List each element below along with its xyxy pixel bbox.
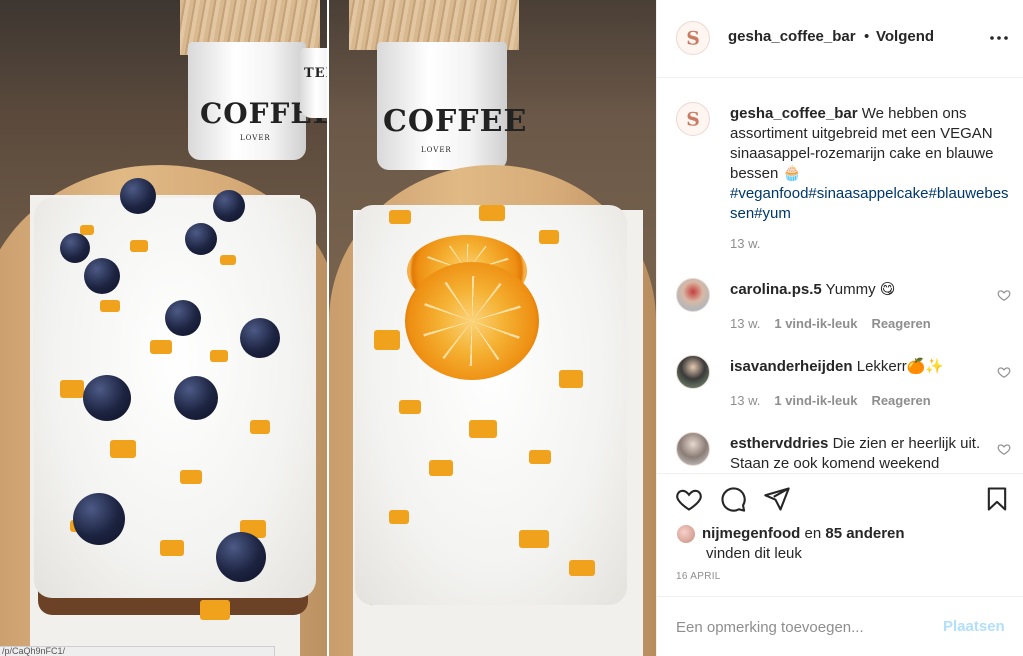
header-username[interactable]: gesha_coffee_bar [728,28,856,45]
comment-username[interactable]: isavanderheijden [730,358,853,375]
likes-middle: en [800,525,826,542]
post-side-panel: S gesha_coffee_bar • Volgend S gesha_cof… [656,0,1023,656]
comment-likes[interactable]: 1 vind-ik-leuk [774,316,857,331]
blueberry-icon [73,493,125,545]
comment-input[interactable] [676,615,926,639]
comment-username[interactable]: carolina.ps.5 [730,281,822,298]
more-horizontal-icon[interactable] [987,26,1011,50]
header-separator: • [864,28,870,45]
blueberry-icon [213,190,245,222]
comment-text: carolina.ps.5 Yummy 😋 [730,280,992,300]
comment-item: isavanderheijden Lekkerr🍊✨ 13 w. 1 vind-i… [657,355,1023,415]
post-comment-button[interactable]: Plaatsen [943,618,1005,635]
blueberry-icon [216,532,266,582]
coffee-mug-icon: COFFEE LOVER [377,42,526,170]
photo-right-half: COFFEE LOVER [329,0,656,656]
second-mug: TEN [300,48,327,118]
heart-icon[interactable] [997,288,1011,302]
comment-username[interactable]: esthervddries [730,435,828,452]
comment-time[interactable]: 13 w. [730,316,760,331]
svg-text:S: S [686,109,700,131]
caption-timestamp[interactable]: 13 w. [730,236,760,251]
blueberry-icon [165,300,201,336]
blueberry-icon [185,223,217,255]
avatar[interactable]: S [676,102,710,136]
mug-sublabel: LOVER [421,146,452,154]
avatar[interactable]: S [676,21,710,55]
comment-text: esthervddries Die zien er heerlijk uit. … [730,434,992,473]
reply-button[interactable]: Reageren [871,393,930,408]
comment-time[interactable]: 13 w. [730,393,760,408]
post-actions: nijmegenfood en 85 anderen vinden dit le… [657,474,1023,596]
avatar[interactable] [676,432,710,466]
blueberry-icon [120,178,156,214]
add-comment-bar: Plaatsen [657,596,1023,656]
post-photo[interactable]: COFFEE LOVER TEN [0,0,656,656]
caption-username[interactable]: gesha_coffee_bar [730,105,858,122]
comments-section[interactable]: S gesha_coffee_bar We hebben ons assorti… [657,78,1023,474]
bookmark-icon[interactable] [983,485,1011,513]
brand-logo-icon: S [678,104,708,134]
heart-icon[interactable] [997,442,1011,456]
second-mug-label: TEN [304,66,327,81]
blueberry-icon [240,318,280,358]
post-caption: gesha_coffee_bar We hebben ons assortime… [730,104,1015,224]
avatar[interactable] [676,278,710,312]
comment-meta: 13 w. 1 vind-ik-leuk Reageren [730,316,931,331]
likes-summary: nijmegenfood en 85 anderen [702,524,905,544]
heart-icon[interactable] [997,365,1011,379]
mug-sublabel: LOVER [240,134,271,142]
post-date[interactable]: 16 APRIL [676,571,721,582]
blueberry-icon [84,258,120,294]
brand-logo-icon: S [678,23,708,53]
comment-icon[interactable] [719,485,747,513]
comment-body: Lekkerr🍊✨ [856,358,945,375]
share-icon[interactable] [763,485,791,513]
comment-meta: 13 w. 1 vind-ik-leuk Reageren [730,393,931,408]
coffee-mug-icon: COFFEE LOVER [188,42,327,160]
photo-left-half: COFFEE LOVER TEN [0,0,327,656]
comment-body: Yummy 😋 [825,281,896,298]
blueberry-icon [83,375,131,421]
likes-suffix: vinden dit leuk [706,545,802,562]
comment-item: esthervddries Die zien er heerlijk uit. … [657,432,1023,473]
reply-button[interactable]: Reageren [871,316,930,331]
caption-hashtags[interactable]: #veganfood#sinaasappelcake#blauwebessen#… [730,184,1015,224]
heart-icon[interactable] [675,485,703,513]
status-url-tooltip: /p/CaQh9nFC1/ [0,646,275,656]
avatar[interactable] [676,524,696,544]
mug-label: COFFEE [383,104,528,139]
comment-text: isavanderheijden Lekkerr🍊✨ [730,357,992,377]
likes-others[interactable]: 85 anderen [825,525,904,542]
comment-item: carolina.ps.5 Yummy 😋 13 w. 1 vind-ik-leu… [657,278,1023,338]
blueberry-icon [60,233,90,263]
following-button[interactable]: Volgend [876,28,934,45]
blueberry-icon [174,376,218,420]
comment-likes[interactable]: 1 vind-ik-leuk [774,393,857,408]
svg-text:S: S [686,28,700,50]
avatar[interactable] [676,355,710,389]
post-header: S gesha_coffee_bar • Volgend [657,0,1023,78]
likes-user[interactable]: nijmegenfood [702,525,800,542]
orange-slice-icon [405,262,539,380]
